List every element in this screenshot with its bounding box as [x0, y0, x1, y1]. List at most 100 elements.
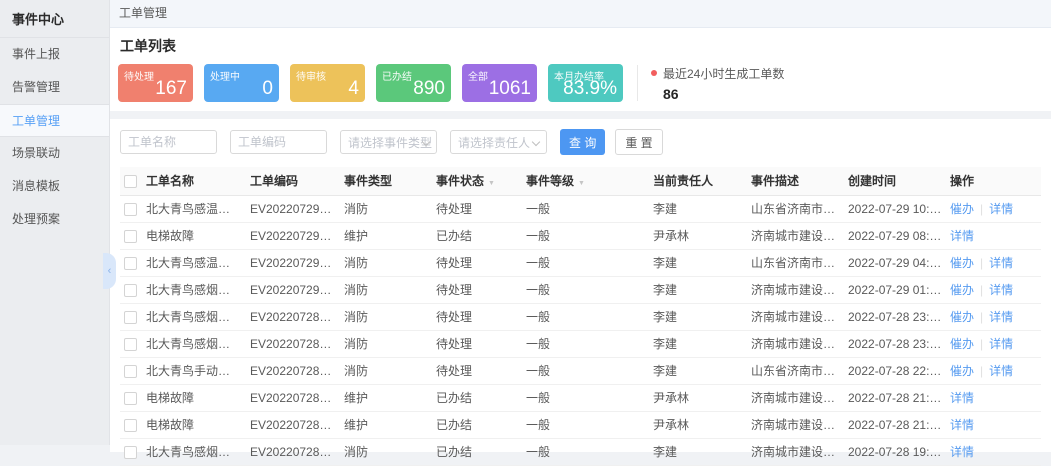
event-description-cell: 济南城市建设大厦B3车...: [747, 330, 844, 357]
work-order-code-cell: EV20220728193411643: [246, 438, 340, 465]
urge-link[interactable]: 催办: [950, 310, 974, 324]
operations-cell: 详情: [946, 411, 1041, 438]
stat-card-value: 167: [155, 78, 187, 100]
current-owner-cell: 尹承林: [649, 222, 747, 249]
list-panel: 请选择事件类型 请选择责任人 查 询 重 置 工单名称工单编: [110, 119, 1051, 452]
work-order-name-cell: 电梯故障: [142, 384, 246, 411]
row-checkbox[interactable]: [124, 392, 137, 405]
detail-link[interactable]: 详情: [989, 337, 1013, 351]
filter-icon[interactable]: ▼: [488, 180, 495, 187]
row-checkbox[interactable]: [124, 365, 137, 378]
urge-link[interactable]: 催办: [950, 256, 974, 270]
checkbox-cell: [120, 276, 142, 303]
detail-link[interactable]: 详情: [950, 445, 974, 459]
row-checkbox[interactable]: [124, 257, 137, 270]
column-header-label: 工单名称: [146, 174, 194, 188]
operations-cell: 催办 | 详情: [946, 303, 1041, 330]
work-order-name-cell: 北大青鸟感温探测器故障: [142, 195, 246, 222]
work-order-code-cell: EV20220728210138787: [246, 411, 340, 438]
event-description-cell: 山东省济南市历下区济南...: [747, 195, 844, 222]
event-status-cell: 待处理: [432, 249, 522, 276]
checkbox-cell: [120, 222, 142, 249]
checkbox-cell: [120, 438, 142, 465]
recent-value: 86: [663, 86, 784, 102]
detail-link[interactable]: 详情: [989, 364, 1013, 378]
chevron-left-icon: ‹: [108, 265, 112, 277]
checkbox-cell: [120, 411, 142, 438]
event-type-cell: 消防: [340, 438, 432, 465]
page-title: 工单列表: [120, 36, 1043, 56]
current-owner-cell: 李建: [649, 276, 747, 303]
stat-card-to-review: 待审核4: [290, 64, 365, 102]
work-order-name-input[interactable]: [120, 130, 217, 154]
sidebar-item-alarm-management[interactable]: 告警管理: [0, 71, 109, 104]
detail-link[interactable]: 详情: [989, 310, 1013, 324]
checkbox-cell: [120, 357, 142, 384]
detail-link[interactable]: 详情: [989, 283, 1013, 297]
event-type-cell: 消防: [340, 195, 432, 222]
current-owner-cell: 尹承林: [649, 384, 747, 411]
reset-button[interactable]: 重 置: [615, 129, 662, 155]
row-checkbox[interactable]: [124, 311, 137, 324]
table-row: 北大青鸟感烟探测器故障EV20220728230853750消防待处理一般李建济…: [120, 330, 1041, 357]
operations-cell: 详情: [946, 438, 1041, 465]
detail-link[interactable]: 详情: [950, 391, 974, 405]
row-checkbox[interactable]: [124, 338, 137, 351]
table-row: 电梯故障EV20220729081800961维护已办结一般尹承林济南城市建设大…: [120, 222, 1041, 249]
created-time-cell: 2022-07-28 21:09:18: [844, 384, 946, 411]
stat-cards: 待处理167处理中0待审核4已办结890全部1061本月办结率83.9%: [118, 64, 634, 102]
detail-link[interactable]: 详情: [950, 229, 974, 243]
sidebar-item-message-template[interactable]: 消息模板: [0, 170, 109, 203]
detail-link[interactable]: 详情: [989, 256, 1013, 270]
event-type-select-placeholder: 请选择事件类型: [348, 134, 432, 151]
event-status-cell: 待处理: [432, 357, 522, 384]
stat-card-pending: 待处理167: [118, 64, 193, 102]
event-type-select[interactable]: 请选择事件类型: [340, 130, 437, 154]
sidebar-item-event-report[interactable]: 事件上报: [0, 38, 109, 71]
urge-link[interactable]: 催办: [950, 283, 974, 297]
column-header-label: 操作: [950, 174, 974, 188]
urge-link[interactable]: 催办: [950, 202, 974, 216]
row-checkbox[interactable]: [124, 446, 137, 459]
row-checkbox[interactable]: [124, 284, 137, 297]
owner-select[interactable]: 请选择责任人: [450, 130, 547, 154]
select-all-checkbox[interactable]: [124, 175, 137, 188]
recent-block: 最近24小时生成工单数 86: [651, 65, 784, 102]
row-checkbox[interactable]: [124, 203, 137, 216]
op-separator: |: [980, 310, 983, 324]
work-order-name-cell: 北大青鸟感烟探测器故障: [142, 438, 246, 465]
row-checkbox[interactable]: [124, 230, 137, 243]
event-status-cell: 待处理: [432, 195, 522, 222]
sidebar-item-work-order[interactable]: 工单管理: [0, 104, 109, 137]
event-level-cell: 一般: [522, 276, 649, 303]
work-order-code-cell: EV20220728230853750: [246, 330, 340, 357]
work-order-code-input[interactable]: [230, 130, 327, 154]
created-time-cell: 2022-07-28 22:00:29: [844, 357, 946, 384]
work-order-name-cell: 北大青鸟感温探测器故障: [142, 249, 246, 276]
urge-link[interactable]: 催办: [950, 337, 974, 351]
checkbox-cell: [120, 384, 142, 411]
detail-link[interactable]: 详情: [989, 202, 1013, 216]
work-order-code-cell: EV20220729104130123: [246, 195, 340, 222]
sidebar-item-process-plan[interactable]: 处理预案: [0, 203, 109, 236]
event-status-cell: 待处理: [432, 330, 522, 357]
sidebar: 事件中心 事件上报告警管理工单管理场景联动消息模板处理预案: [0, 0, 110, 445]
detail-link[interactable]: 详情: [950, 418, 974, 432]
search-button[interactable]: 查 询: [560, 129, 605, 155]
work-order-table: 工单名称工单编码事件类型事件状态▼事件等级▼当前责任人事件描述创建时间操作 北大…: [120, 167, 1041, 466]
op-separator: |: [980, 256, 983, 270]
urge-link[interactable]: 催办: [950, 364, 974, 378]
current-owner-cell: 李建: [649, 357, 747, 384]
event-status-cell: 已办结: [432, 222, 522, 249]
stat-card-processing: 处理中0: [204, 64, 279, 102]
event-type-cell: 消防: [340, 249, 432, 276]
filter-icon[interactable]: ▼: [578, 180, 585, 187]
column-header-label: 当前责任人: [653, 174, 713, 188]
current-owner-cell: 李建: [649, 330, 747, 357]
column-header: 事件描述: [747, 167, 844, 195]
sidebar-item-scene-linkage[interactable]: 场景联动: [0, 137, 109, 170]
row-checkbox[interactable]: [124, 419, 137, 432]
event-level-cell: 一般: [522, 384, 649, 411]
event-level-cell: 一般: [522, 222, 649, 249]
sidebar-collapse-handle[interactable]: ‹: [103, 253, 116, 289]
